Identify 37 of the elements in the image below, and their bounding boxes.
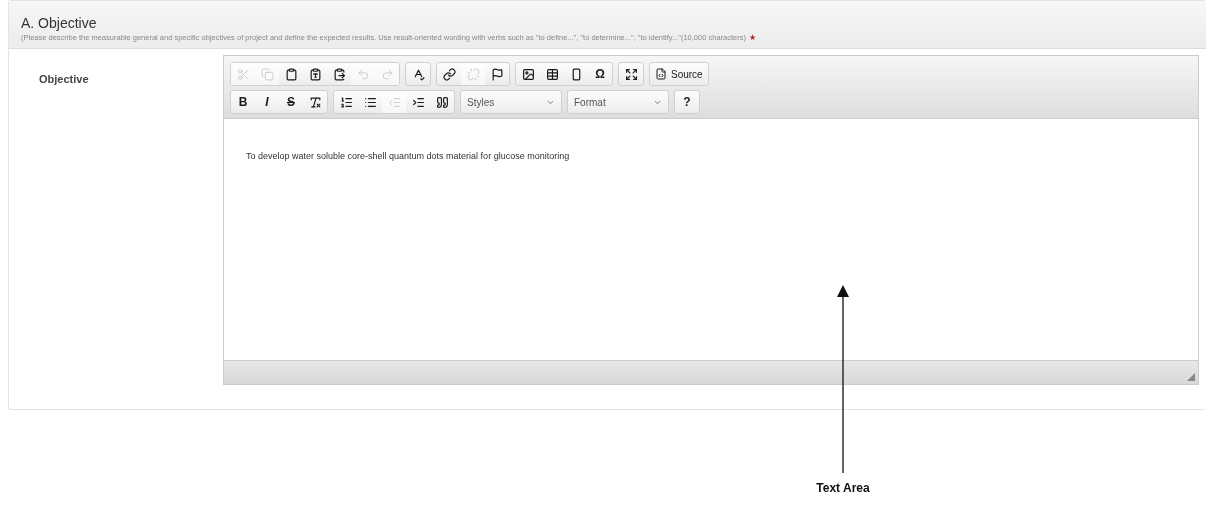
source-label: Source [671,68,703,80]
image-icon [521,67,535,81]
bullet-list-icon [363,95,377,109]
paste-icon [284,67,298,81]
toolbar-button[interactable]: S [279,91,303,113]
table-icon [545,67,559,81]
redo-icon [380,67,394,81]
source-button[interactable]: Source [650,63,708,85]
cut-icon [236,67,250,81]
section-title: A. Objective [21,15,98,31]
link-icon [442,67,456,81]
document-code-icon [655,68,667,80]
flag-icon [490,67,504,81]
dropdown-label: Format [574,96,606,108]
maximize-icon [624,67,638,81]
toolbar-button[interactable]: I [255,91,279,113]
paste-text-icon [308,67,322,81]
resize-handle-icon[interactable] [1187,373,1195,381]
toolbar-dropdown[interactable]: Styles [461,91,561,113]
quote-icon [435,95,449,109]
annotation-label: Text Area [816,481,870,495]
dropdown-label: Styles [467,96,495,108]
outdent-icon [387,95,401,109]
editor-text[interactable]: To develop water soluble core-shell quantum dots material for glucose monitoring [224,119,1198,360]
toolbar-button[interactable]: B [231,91,255,113]
toolbar-dropdown[interactable]: Format [568,91,668,113]
numbered-list-icon [339,95,353,109]
paste-word-icon [332,67,346,81]
required-mark: ★ [748,33,756,42]
toolbar-button[interactable]: ? [675,91,699,113]
unlink-icon [466,67,480,81]
copy-icon [260,67,274,81]
undo-icon [356,67,370,81]
clear-format-icon [308,95,322,109]
toolbar-button[interactable]: Ω [588,63,612,85]
field-label: Objective [39,72,90,87]
indent-icon [411,95,425,109]
